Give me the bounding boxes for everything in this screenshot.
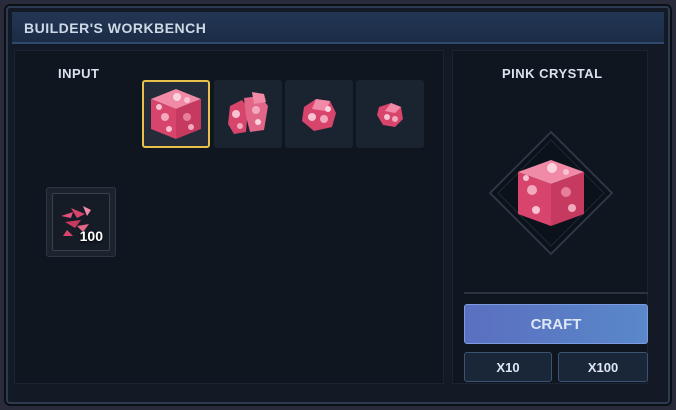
input-label: INPUT	[58, 66, 100, 81]
pink-crystal-block-icon	[151, 89, 201, 139]
window-title: BUILDER'S WORKBENCH	[24, 20, 207, 36]
resource-count: 100	[79, 228, 103, 244]
craft-button[interactable]: CRAFT	[464, 304, 648, 344]
pink-crystal-shard-icon	[377, 103, 403, 127]
pink-crystal-block-icon	[518, 160, 584, 226]
resource-slot[interactable]: 100	[46, 187, 116, 257]
output-preview	[488, 130, 614, 256]
pink-crystal-chunk-icon	[302, 99, 336, 131]
input-slot-4[interactable]	[356, 80, 424, 148]
resource-slot-frame: 100	[52, 193, 110, 251]
divider	[464, 292, 648, 294]
input-slot-1[interactable]	[142, 80, 210, 148]
input-slot-3[interactable]	[285, 80, 353, 148]
title-bar: BUILDER'S WORKBENCH	[12, 12, 664, 44]
pink-crystal-cluster-icon	[228, 92, 268, 134]
craft-x10-button[interactable]: X10	[464, 352, 552, 382]
output-title: PINK CRYSTAL	[502, 66, 603, 81]
input-slot-2[interactable]	[214, 80, 282, 148]
craft-x100-button[interactable]: X100	[558, 352, 648, 382]
